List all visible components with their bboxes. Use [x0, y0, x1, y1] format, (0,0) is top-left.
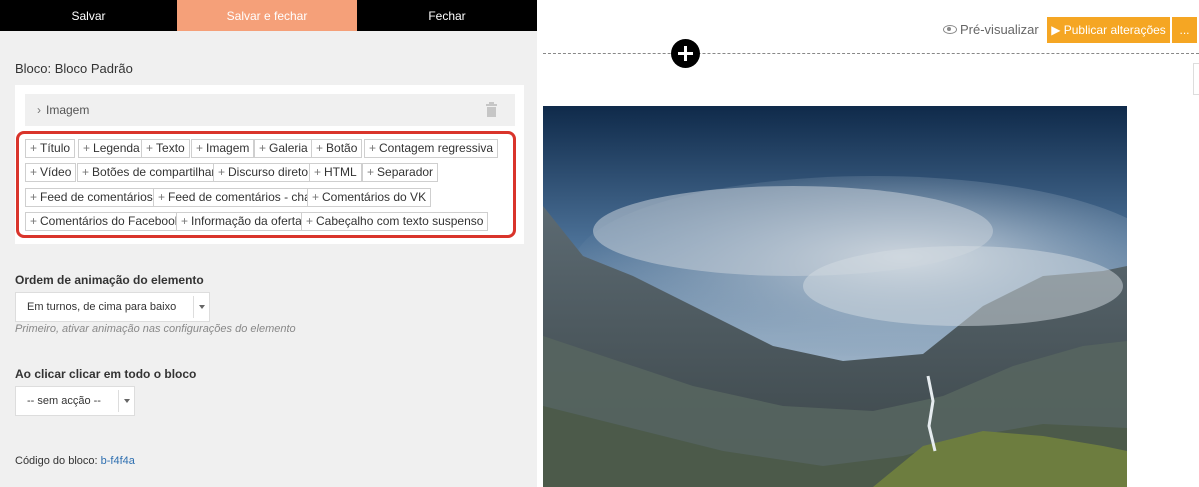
- plus-icon: +: [158, 190, 166, 204]
- trash-icon[interactable]: [486, 102, 497, 117]
- animation-order-value: Em turnos, de cima para baixo: [27, 301, 177, 313]
- image-element-label: Imagem: [46, 103, 90, 117]
- image-element-row[interactable]: › Imagem: [25, 94, 515, 126]
- save-and-close-button[interactable]: Salvar e fechar: [177, 0, 357, 31]
- save-button[interactable]: Salvar: [0, 0, 177, 31]
- plus-icon: +: [181, 214, 189, 228]
- eye-icon: [943, 25, 957, 34]
- plus-icon: +: [306, 214, 314, 228]
- more-options-button[interactable]: ...: [1172, 17, 1197, 43]
- block-code-value[interactable]: b-f4f4a: [101, 455, 135, 467]
- block-image: [543, 106, 1127, 487]
- mountain-photo: [543, 106, 1127, 487]
- add-title-chip[interactable]: + Título: [25, 139, 76, 158]
- panel-toolbar: Salvar Salvar e fechar Fechar: [0, 0, 537, 31]
- chevron-down-icon: [193, 296, 209, 318]
- add-comments-feed-chip[interactable]: + Feed de comentários: [25, 188, 158, 207]
- add-separator-chip[interactable]: + Separador: [362, 163, 439, 182]
- click-action-value: -- sem acção --: [27, 395, 101, 407]
- add-comments-chat-chip[interactable]: + Feed de comentários - chat: [153, 188, 320, 207]
- animation-order-select[interactable]: Em turnos, de cima para baixo: [15, 292, 210, 322]
- plus-icon: +: [367, 165, 375, 179]
- animation-order-label: Ordem de animação do elemento: [15, 273, 204, 287]
- plus-icon: +: [218, 165, 226, 179]
- add-block-icon[interactable]: [671, 39, 700, 68]
- preview-link[interactable]: Pré-visualizar: [943, 22, 1039, 37]
- add-image-chip[interactable]: + Imagem: [191, 139, 255, 158]
- add-button-chip[interactable]: + Botão: [311, 139, 363, 158]
- add-offer-info-chip[interactable]: + Informação da oferta: [176, 212, 307, 231]
- plus-icon: +: [83, 141, 91, 155]
- close-button[interactable]: Fechar: [357, 0, 537, 31]
- add-share-buttons-chip[interactable]: + Botões de compartilhar: [77, 163, 221, 182]
- add-facebook-comments-chip[interactable]: + Comentários do Facebook: [25, 212, 186, 231]
- plus-icon: +: [369, 141, 377, 155]
- chevron-down-icon: [118, 390, 134, 412]
- block-settings-panel: Salvar Salvar e fechar Fechar Bloco: Blo…: [0, 0, 537, 487]
- add-element-chips: + Título + Legenda + Texto + Imagem + Galeria…: [16, 131, 516, 238]
- plus-icon: +: [316, 141, 324, 155]
- animation-hint: Primeiro, ativar animação nas configuraç…: [15, 323, 296, 335]
- publish-button[interactable]: ▶ Publicar alterações: [1047, 17, 1170, 43]
- plus-icon: +: [146, 141, 154, 155]
- block-code: Código do bloco: b-f4f4a: [15, 455, 135, 467]
- plus-icon: +: [314, 165, 322, 179]
- add-direct-speech-chip[interactable]: + Discurso direto: [213, 163, 314, 182]
- plus-icon: +: [312, 190, 320, 204]
- add-html-chip[interactable]: + HTML: [309, 163, 362, 182]
- click-action-label: Ao clicar clicar em todo o bloco: [15, 367, 197, 381]
- block-elements-widget: › Imagem + Título + Legenda + Texto + Imagem…: [15, 85, 524, 244]
- plus-icon: +: [196, 141, 204, 155]
- side-handle[interactable]: [1193, 63, 1199, 95]
- plus-icon: +: [30, 165, 38, 179]
- plus-icon: +: [259, 141, 267, 155]
- plus-icon: +: [30, 214, 38, 228]
- add-countdown-chip[interactable]: + Contagem regressiva: [364, 139, 499, 158]
- block-title: Bloco: Bloco Padrão: [15, 61, 133, 76]
- add-text-chip[interactable]: + Texto: [141, 139, 190, 158]
- add-hover-header-chip[interactable]: + Cabeçalho com texto suspenso: [301, 212, 489, 231]
- add-video-chip[interactable]: + Vídeo: [25, 163, 77, 182]
- block-divider: [543, 53, 1199, 54]
- add-vk-comments-chip[interactable]: + Comentários do VK: [307, 188, 432, 207]
- plus-icon: +: [30, 190, 38, 204]
- add-gallery-chip[interactable]: + Galeria: [254, 139, 313, 158]
- click-action-select[interactable]: -- sem acção --: [15, 386, 135, 416]
- add-caption-chip[interactable]: + Legenda: [78, 139, 145, 158]
- plus-icon: +: [82, 165, 90, 179]
- chevron-right-icon[interactable]: ›: [37, 103, 41, 117]
- plus-icon: +: [30, 141, 38, 155]
